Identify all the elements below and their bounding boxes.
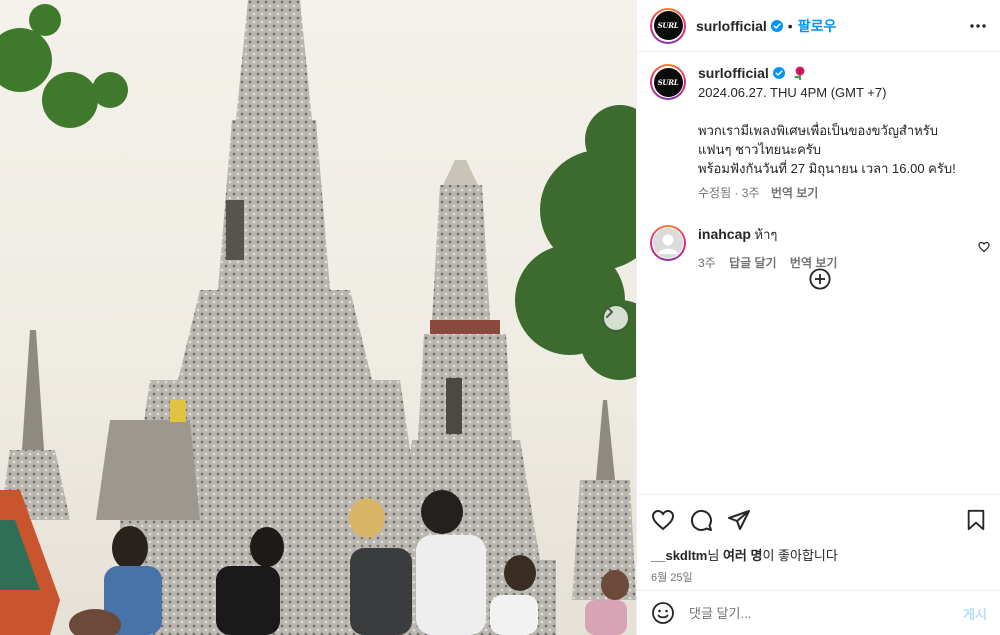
plus-circle-icon[interactable] — [809, 268, 831, 290]
more-horizontal-icon[interactable] — [970, 16, 986, 36]
comment-bubble-icon — [690, 509, 712, 531]
reply-link[interactable]: 답글 달기 — [729, 256, 777, 270]
comment-age: 3주 — [698, 256, 716, 270]
post-sidebar: SURL surlofficial • 팔로우 SURL surlofficia… — [636, 0, 1000, 635]
caption-translate-link[interactable]: 번역 보기 — [771, 186, 819, 200]
header-username[interactable]: surlofficial — [696, 18, 767, 34]
paper-plane-icon — [728, 510, 750, 530]
like-button[interactable] — [651, 508, 675, 532]
caption: SURL surlofficial 2024.06.27. THU 4PM (G… — [637, 52, 1000, 203]
chevron-right-icon — [606, 306, 613, 318]
comment-composer: 게시 — [637, 590, 1000, 635]
smiley-icon[interactable] — [651, 601, 675, 625]
caption-line-2: แฟนๆ ชาวไทยนะครับ — [698, 142, 822, 157]
liked-by-suffix: 님 — [707, 548, 723, 563]
follow-button[interactable]: 팔로우 — [798, 16, 837, 36]
caption-line-3: พร้อมฟังกันวันที่ 27 มิถุนายน เวลา 16.00… — [698, 161, 956, 176]
comment-input[interactable] — [687, 604, 964, 622]
bookmark-icon — [967, 509, 985, 531]
separator-dot: • — [787, 17, 793, 34]
account-logo: SURL — [653, 11, 683, 40]
comment-like-heart-icon[interactable] — [978, 241, 990, 253]
comment-button[interactable] — [689, 508, 713, 532]
liked-by-others[interactable]: 여러 명 — [723, 548, 763, 563]
caption-account-logo: SURL — [653, 67, 683, 97]
temple-photo — [0, 0, 636, 635]
post-image[interactable] — [0, 0, 636, 635]
rose-emoji-icon — [794, 66, 805, 80]
caption-datetime: 2024.06.27. THU 4PM (GMT +7) — [698, 85, 887, 100]
share-button[interactable] — [727, 508, 751, 532]
next-image-button[interactable] — [604, 306, 628, 330]
liked-by-user[interactable]: __skdltm — [651, 548, 707, 563]
avatar[interactable]: SURL — [650, 7, 686, 44]
caption-username[interactable]: surlofficial — [698, 65, 769, 81]
likes-summary: __skdltm님 여러 명이 좋아합니다 — [651, 545, 987, 564]
default-avatar-icon — [653, 228, 683, 258]
comment-text: ห้าๆ — [754, 227, 778, 242]
comment-username[interactable]: inahcap — [698, 226, 751, 242]
likes-suffix: 이 좋아합니다 — [762, 548, 838, 563]
post-comment-button[interactable]: 게시 — [963, 604, 987, 623]
caption-avatar[interactable]: SURL — [650, 64, 686, 100]
caption-edited-time: 수정됨 · 3주 — [698, 186, 760, 200]
caption-line-1: พวกเรามีเพลงพิเศษเพื่อเป็นของขวัญสำหรับ — [698, 123, 938, 138]
heart-icon — [651, 509, 675, 531]
save-button[interactable] — [965, 509, 987, 536]
verified-badge-icon — [772, 67, 785, 79]
comment-item: inahcap ห้าๆ 3주 답글 달기 번역 보기 — [637, 203, 1000, 273]
post-header: SURL surlofficial • 팔로우 — [637, 0, 1000, 52]
post-actions: __skdltm님 여러 명이 좋아합니다 6월 25일 — [637, 494, 1000, 585]
verified-badge-icon — [770, 19, 783, 32]
post-date: 6월 25일 — [651, 572, 693, 584]
comment-avatar[interactable] — [650, 225, 686, 261]
